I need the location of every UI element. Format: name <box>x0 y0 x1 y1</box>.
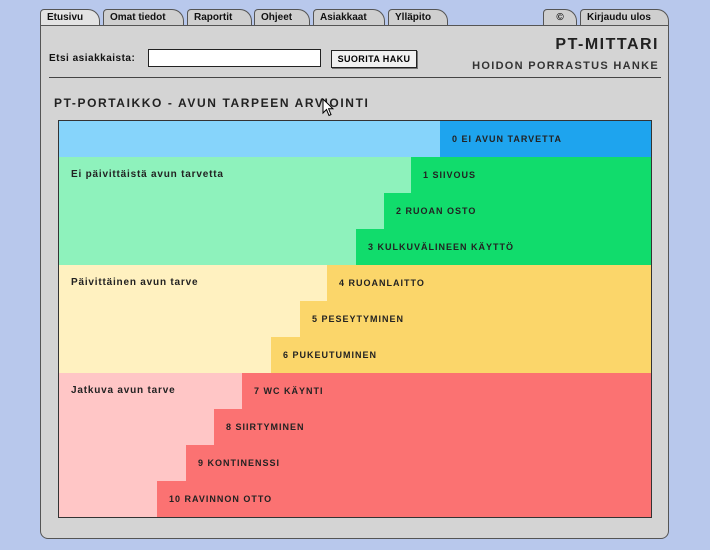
search-label: Etsi asiakkaista: <box>49 53 136 64</box>
care-ladder: 0 EI AVUN TARVETTA Ei päivittäistä avun … <box>58 120 652 518</box>
ladder-step-label: 8 SIIRTYMINEN <box>226 422 305 432</box>
ladder-step-band <box>59 409 214 445</box>
header-divider <box>49 77 661 78</box>
ladder-step-label: 10 RAVINNON OTTO <box>169 494 273 504</box>
tab-raportit[interactable]: Raportit <box>187 9 252 25</box>
category-label: Ei päivittäistä avun tarvetta <box>71 169 224 180</box>
brand-subtitle: HOIDON PORRASTUS HANKE <box>472 60 659 72</box>
ladder-step-band <box>59 445 186 481</box>
brand-title: PT-MITTARI <box>555 36 659 53</box>
tab-etusivu[interactable]: Etusivu <box>40 9 100 25</box>
ladder-step-10[interactable]: 10 RAVINNON OTTO <box>59 481 651 517</box>
tab-yllapito[interactable]: Ylläpito <box>388 9 448 25</box>
search-input[interactable] <box>148 49 321 67</box>
ladder-step-2[interactable]: 2 RUOAN OSTO <box>59 193 651 229</box>
ladder-step-6[interactable]: 6 PUKEUTUMINEN <box>59 337 651 373</box>
search-button[interactable]: SUORITA HAKU <box>331 50 417 68</box>
tab-omat-tiedot[interactable]: Omat tiedot <box>103 9 184 25</box>
ladder-step-8[interactable]: 8 SIIRTYMINEN <box>59 409 651 445</box>
category-label: Päivittäinen avun tarve <box>71 277 199 288</box>
ladder-step-label: 7 WC KÄYNTI <box>254 386 324 396</box>
ladder-step-label: 1 SIIVOUS <box>423 170 477 180</box>
tab-asiakkaat[interactable]: Asiakkaat <box>313 9 385 25</box>
ladder-step-band <box>59 229 356 265</box>
ladder-step-9[interactable]: 9 KONTINENSSI <box>59 445 651 481</box>
tab-ohjeet[interactable]: Ohjeet <box>254 9 310 25</box>
ladder-step-4[interactable]: Päivittäinen avun tarve 4 RUOANLAITTO <box>59 265 651 301</box>
ladder-step-7[interactable]: Jatkuva avun tarve 7 WC KÄYNTI <box>59 373 651 409</box>
category-label: Jatkuva avun tarve <box>71 385 176 396</box>
ladder-step-band <box>59 301 300 337</box>
ladder-step-label: 5 PESEYTYMINEN <box>312 314 405 324</box>
tab-copyright[interactable]: © <box>543 9 577 25</box>
ladder-step-1[interactable]: Ei päivittäistä avun tarvetta 1 SIIVOUS <box>59 157 651 193</box>
ladder-step-5[interactable]: 5 PESEYTYMINEN <box>59 301 651 337</box>
ladder-step-band <box>59 193 384 229</box>
ladder-step-label: 2 RUOAN OSTO <box>396 206 477 216</box>
ladder-step-label: 9 KONTINENSSI <box>198 458 281 468</box>
ladder-step-3[interactable]: 3 KULKUVÄLINEEN KÄYTTÖ <box>59 229 651 265</box>
tab-bar: Etusivu Omat tiedot Raportit Ohjeet Asia… <box>0 0 710 26</box>
ladder-step-0[interactable]: 0 EI AVUN TARVETTA <box>59 121 651 157</box>
ladder-step-band <box>59 337 271 373</box>
tab-kirjaudu-ulos[interactable]: Kirjaudu ulos <box>580 9 669 25</box>
ladder-step-label: 3 KULKUVÄLINEEN KÄYTTÖ <box>368 242 515 252</box>
ladder-step-band <box>59 121 440 157</box>
ladder-step-band <box>59 481 157 517</box>
ladder-step-label: 6 PUKEUTUMINEN <box>283 350 378 360</box>
mouse-pointer-icon <box>322 98 334 117</box>
main-panel: Etsi asiakkaista: SUORITA HAKU PT-MITTAR… <box>40 25 669 539</box>
ladder-step-label: 0 EI AVUN TARVETTA <box>452 134 563 144</box>
ladder-step-label: 4 RUOANLAITTO <box>339 278 425 288</box>
